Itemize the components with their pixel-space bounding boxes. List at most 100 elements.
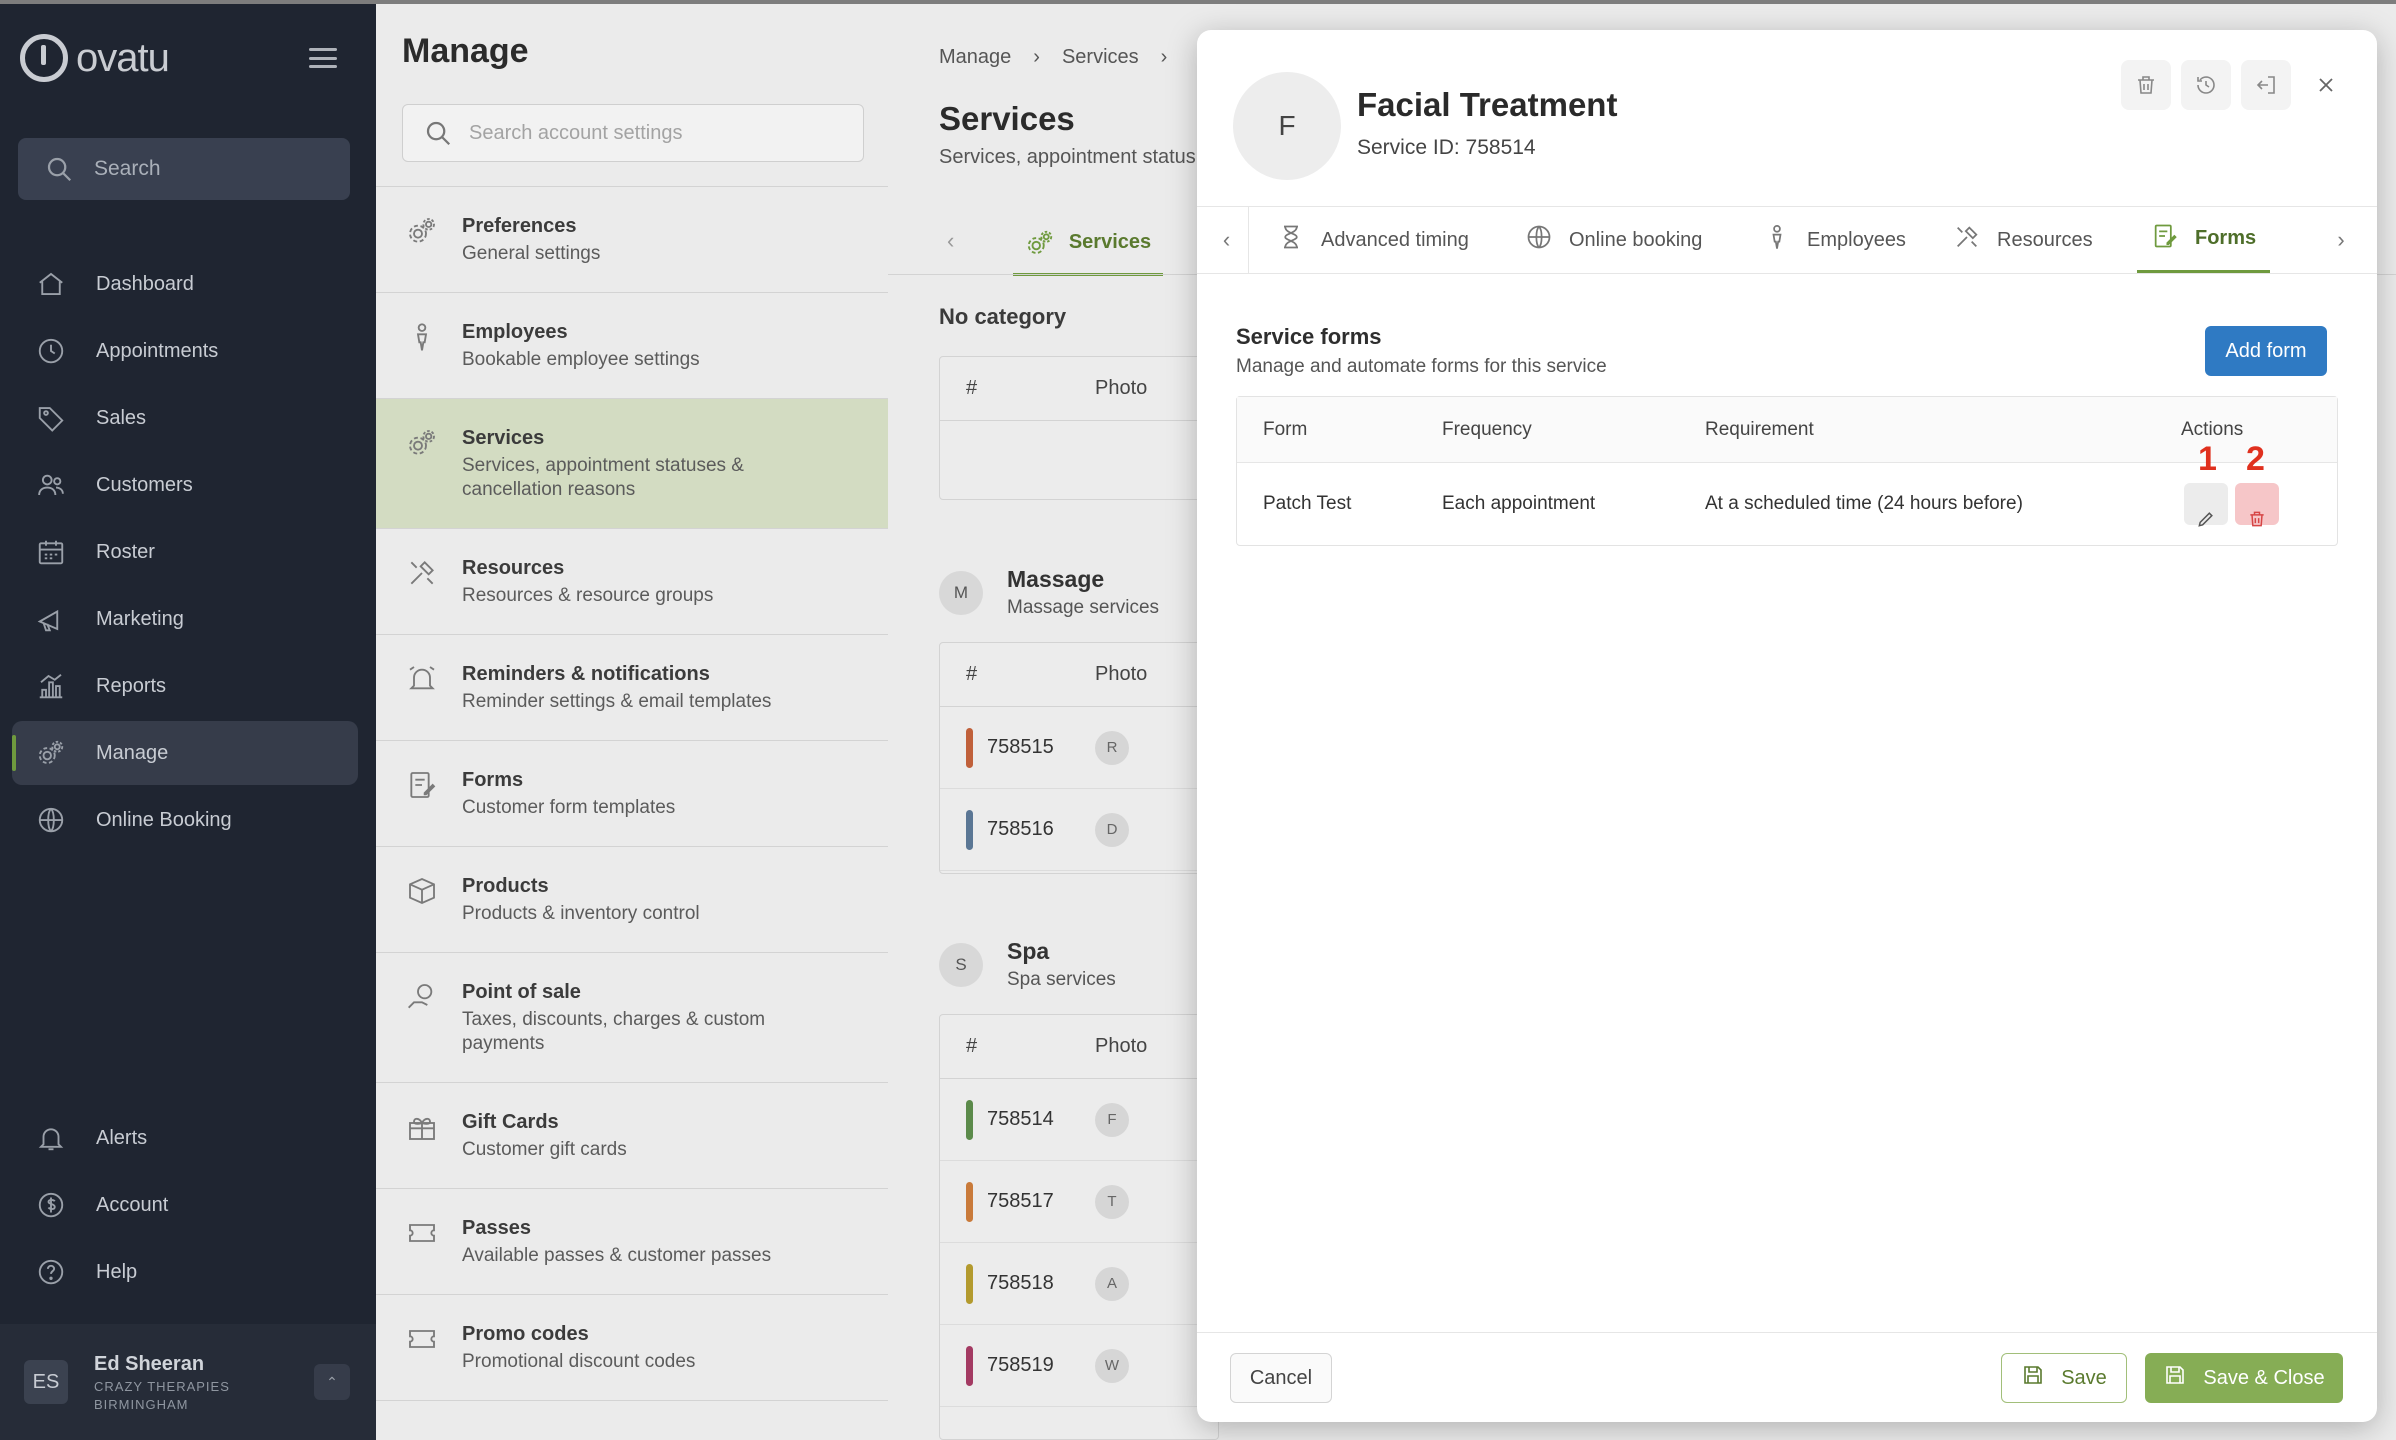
save-button[interactable]: Save: [2001, 1353, 2127, 1403]
manage-panel: Manage Search account settings Preferenc…: [376, 4, 888, 1440]
dollar-icon: [36, 1190, 66, 1220]
bar-chart-icon: [36, 671, 66, 701]
person-icon: [1763, 223, 1791, 257]
tab-label: Forms: [2195, 227, 2257, 249]
add-form-button[interactable]: Add form: [2205, 326, 2327, 376]
service-id: 758515: [987, 736, 1054, 758]
sidebar-item-account[interactable]: Account: [12, 1173, 358, 1237]
forms-table: Form Frequency Requirement Actions Patch…: [1236, 396, 2338, 546]
user-bar[interactable]: ES Ed Sheeran CRAZY THERAPIES BIRMINGHAM…: [0, 1324, 376, 1440]
trash-icon[interactable]: [2121, 60, 2171, 110]
manage-item-title: Gift Cards: [462, 1111, 559, 1133]
gears-icon: [36, 738, 66, 768]
service-avatar[interactable]: F: [1233, 72, 1341, 180]
globe-icon: [1525, 223, 1553, 257]
save-close-button[interactable]: Save & Close: [2145, 1353, 2343, 1403]
table-row[interactable]: 758518 A: [940, 1243, 1218, 1325]
services-title: Services: [939, 100, 1075, 137]
manage-item-services[interactable]: Services Services, appointment statuses &…: [376, 399, 888, 529]
history-icon[interactable]: [2181, 60, 2231, 110]
table-row[interactable]: 758514 F: [940, 1079, 1218, 1161]
manage-item-preferences[interactable]: Preferences General settings: [376, 187, 888, 293]
edit-form-button[interactable]: [2184, 483, 2228, 527]
manage-item-sub: Services, appointment statuses & cancell…: [462, 455, 744, 500]
color-swatch: [966, 727, 973, 768]
sidebar-bottom-nav: Alerts Account Help: [12, 1106, 358, 1307]
sidebar-item-marketing[interactable]: Marketing: [12, 587, 358, 651]
tools-icon: [406, 557, 440, 591]
manage-item-sub: Promotional discount codes: [462, 1351, 696, 1372]
sidebar-nav: Dashboard Appointments Sales Customers R…: [12, 252, 358, 855]
sidebar-item-appointments[interactable]: Appointments: [12, 319, 358, 383]
manage-item-title: Passes: [462, 1217, 531, 1239]
sidebar-item-help[interactable]: Help: [12, 1240, 358, 1304]
manage-item-title: Reminders & notifications: [462, 663, 710, 685]
col-photo: Photo: [1095, 1035, 1148, 1057]
search-icon: [44, 154, 74, 184]
logo[interactable]: ovatu: [20, 34, 170, 82]
table-row[interactable]: 758516 D: [940, 789, 1218, 871]
col-hash: #: [966, 1035, 978, 1057]
manage-item-sub: General settings: [462, 243, 601, 264]
sidebar-item-label: Alerts: [96, 1126, 148, 1149]
manage-item-title: Forms: [462, 769, 524, 791]
sidebar-item-reports[interactable]: Reports: [12, 654, 358, 718]
sidebar-item-label: Roster: [96, 540, 155, 563]
app-frame: ovatu Search Dashboard Appointments Sale…: [0, 4, 2396, 1440]
globe-icon: [36, 805, 66, 835]
chevron-right-icon[interactable]: ›: [2319, 207, 2363, 273]
table-row[interactable]: 758517 T: [940, 1161, 1218, 1243]
sidebar-item-dashboard[interactable]: Dashboard: [12, 252, 358, 316]
sidebar-item-roster[interactable]: Roster: [12, 520, 358, 584]
sidebar-search[interactable]: Search: [18, 138, 350, 200]
sidebar-item-label: Marketing: [96, 607, 184, 630]
collapse-panel-icon[interactable]: [2241, 60, 2291, 110]
money-hand-icon: [406, 981, 440, 1015]
sidebar-item-customers[interactable]: Customers: [12, 453, 358, 517]
col-hash: #: [966, 663, 978, 685]
breadcrumb-services[interactable]: Services: [1062, 46, 1139, 69]
sidebar-item-alerts[interactable]: Alerts: [12, 1106, 358, 1170]
close-icon[interactable]: [2301, 60, 2351, 110]
chevron-left-icon[interactable]: ‹: [1205, 207, 1249, 273]
group-badge: M: [939, 570, 983, 615]
menu-toggle-icon[interactable]: [309, 48, 337, 68]
manage-item-gift-cards[interactable]: Gift Cards Customer gift cards: [376, 1083, 888, 1189]
breadcrumb-manage[interactable]: Manage: [939, 46, 1011, 69]
manage-item-passes[interactable]: Passes Available passes & customer passes: [376, 1189, 888, 1295]
chevron-left-icon[interactable]: ‹: [947, 228, 954, 254]
sidebar-item-manage[interactable]: Manage: [12, 721, 358, 785]
sidebar-item-sales[interactable]: Sales: [12, 386, 358, 450]
manage-item-employees[interactable]: Employees Bookable employee settings: [376, 293, 888, 399]
group-sub: Massage services: [1007, 597, 1160, 618]
tab-label: Services: [1068, 231, 1152, 253]
save-label: Save: [2061, 1366, 2107, 1389]
delete-form-button[interactable]: [2235, 483, 2279, 527]
manage-item-sub: Resources & resource groups: [462, 585, 714, 606]
service-photo: D: [1095, 812, 1129, 847]
service-photo: R: [1095, 730, 1129, 765]
sidebar-item-online-booking[interactable]: Online Booking: [12, 788, 358, 852]
cancel-button[interactable]: Cancel: [1230, 1353, 1332, 1403]
tab-forms[interactable]: Forms: [2137, 207, 2271, 273]
manage-search-input[interactable]: Search account settings: [402, 104, 864, 162]
spa-table: # Photo 758514 F 758517 T 758518 A 75851…: [939, 1014, 1219, 1440]
tab-resources[interactable]: Resources: [1953, 207, 2093, 273]
manage-item-point-of-sale[interactable]: Point of sale Taxes, discounts, charges &…: [376, 953, 888, 1083]
tab-online-booking[interactable]: Online booking: [1525, 207, 1702, 273]
manage-item-resources[interactable]: Resources Resources & resource groups: [376, 529, 888, 635]
manage-item-promo-codes[interactable]: Promo codes Promotional discount codes: [376, 1295, 888, 1401]
manage-item-products[interactable]: Products Products & inventory control: [376, 847, 888, 953]
person-icon: [406, 321, 440, 355]
annotation-marker-1: 1: [2198, 440, 2217, 478]
tab-services[interactable]: Services: [1013, 212, 1163, 276]
tab-advanced-timing[interactable]: Advanced timing: [1277, 207, 1469, 273]
table-row[interactable]: 758515 R: [940, 707, 1218, 789]
manage-item-forms[interactable]: Forms Customer form templates: [376, 741, 888, 847]
tab-employees[interactable]: Employees: [1763, 207, 1906, 273]
table-header: Form Frequency Requirement Actions: [1237, 397, 2337, 463]
manage-item-title: Services: [462, 427, 545, 449]
chevron-up-down-icon[interactable]: ⌃: [314, 1364, 350, 1400]
table-row[interactable]: 758519 W: [940, 1325, 1218, 1407]
manage-item-reminders[interactable]: Reminders & notifications Reminder settin…: [376, 635, 888, 741]
